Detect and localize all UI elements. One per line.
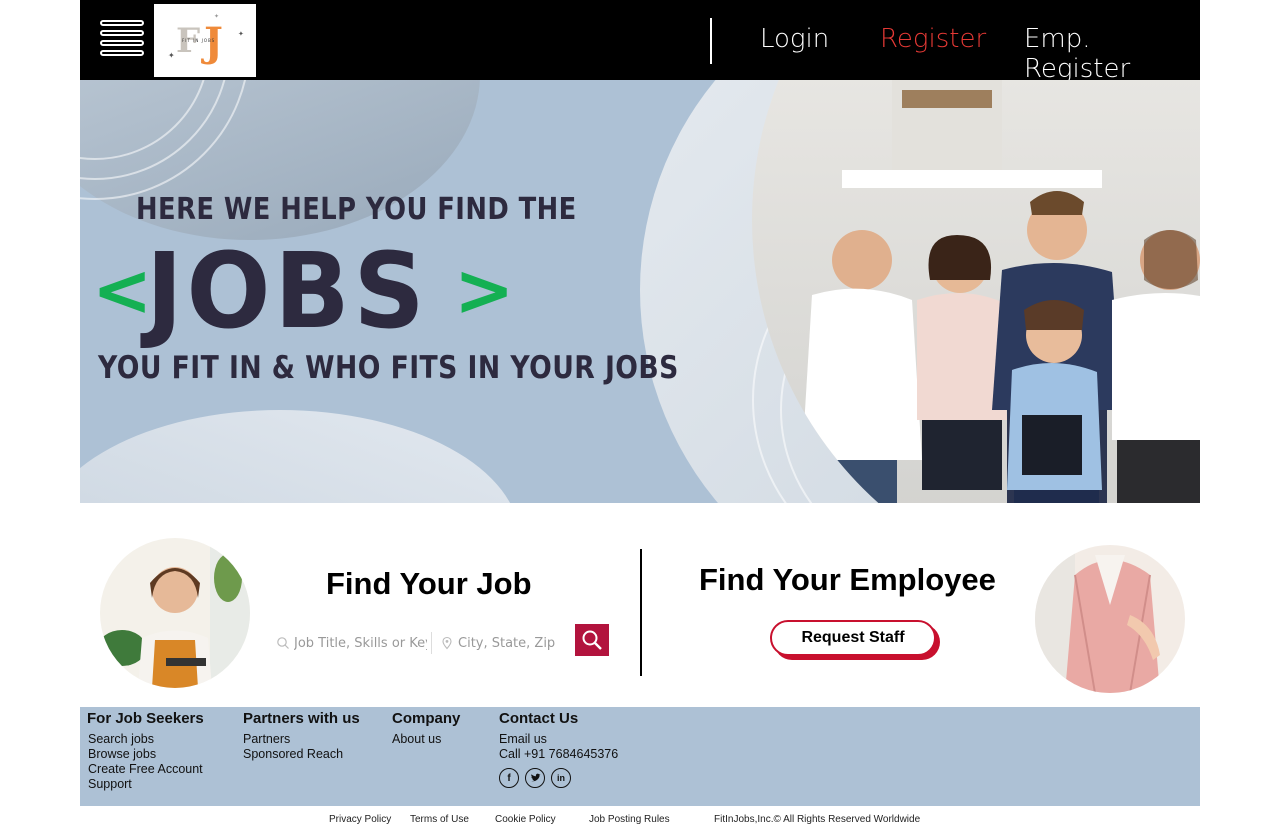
employer-avatar bbox=[1035, 545, 1185, 693]
hamburger-menu-icon[interactable] bbox=[100, 20, 144, 58]
register-link[interactable]: Register bbox=[880, 24, 986, 54]
search-button[interactable] bbox=[575, 624, 609, 656]
section-divider bbox=[640, 549, 642, 676]
footer-link-email-us[interactable]: Email us bbox=[499, 732, 618, 747]
hero-bracket-right: > bbox=[454, 248, 515, 332]
footer-link-partners[interactable]: Partners bbox=[243, 732, 360, 747]
footer-phone-number[interactable]: Call +91 7684645376 bbox=[499, 747, 618, 762]
cookie-policy-link[interactable]: Cookie Policy bbox=[495, 814, 556, 825]
footer-link-sponsored-reach[interactable]: Sponsored Reach bbox=[243, 747, 360, 762]
svg-text:✦: ✦ bbox=[214, 13, 219, 20]
hero-tagline-top: HERE WE HELP YOU FIND THE bbox=[136, 192, 577, 227]
job-posting-rules-link[interactable]: Job Posting Rules bbox=[589, 814, 670, 825]
footer-link-create-account[interactable]: Create Free Account bbox=[88, 762, 204, 777]
footer-column-partners: Partners with us Partners Sponsored Reac… bbox=[243, 710, 360, 762]
search-icon bbox=[277, 637, 289, 649]
terms-of-use-link[interactable]: Terms of Use bbox=[410, 814, 469, 825]
privacy-policy-link[interactable]: Privacy Policy bbox=[329, 814, 391, 825]
footer-link-browse-jobs[interactable]: Browse jobs bbox=[88, 747, 204, 762]
linkedin-icon[interactable]: in bbox=[551, 768, 571, 788]
svg-text:✦: ✦ bbox=[168, 51, 175, 60]
top-nav-bar: F J FIT IN JOBS ✦ ✦ ✦ Login Register Emp… bbox=[80, 0, 1200, 84]
svg-text:✦: ✦ bbox=[238, 30, 244, 38]
site-footer: For Job Seekers Search jobs Browse jobs … bbox=[80, 707, 1200, 806]
footer-link-support[interactable]: Support bbox=[88, 777, 204, 792]
site-logo[interactable]: F J FIT IN JOBS ✦ ✦ ✦ bbox=[154, 4, 256, 77]
svg-text:FIT IN JOBS: FIT IN JOBS bbox=[182, 38, 215, 43]
find-your-employee-title: Find Your Employee bbox=[699, 562, 996, 597]
magnifier-icon bbox=[582, 630, 602, 650]
hero-bracket-left: < bbox=[92, 248, 153, 332]
facebook-icon[interactable]: f bbox=[499, 768, 519, 788]
job-seeker-avatar bbox=[100, 538, 250, 688]
footer-column-job-seekers: For Job Seekers Search jobs Browse jobs … bbox=[87, 710, 204, 792]
request-staff-button[interactable]: Request Staff bbox=[770, 620, 936, 656]
location-pin-icon bbox=[442, 636, 452, 650]
employer-register-link[interactable]: Emp. Register bbox=[1024, 24, 1200, 84]
twitter-icon[interactable] bbox=[525, 768, 545, 788]
hero-decor-blob bbox=[80, 410, 520, 503]
login-link[interactable]: Login bbox=[760, 24, 829, 54]
hero-headline: JOBS bbox=[146, 230, 429, 352]
social-links: f in bbox=[499, 768, 618, 788]
copyright-text: FitInJobs,Inc.© All Rights Reserved Worl… bbox=[714, 814, 921, 825]
keyword-input[interactable] bbox=[294, 635, 427, 651]
footer-heading: Company bbox=[392, 710, 461, 727]
hero-tagline-bottom: YOU FIT IN & WHO FITS IN YOUR JOBS bbox=[98, 350, 679, 386]
footer-link-search-jobs[interactable]: Search jobs bbox=[88, 732, 204, 747]
footer-heading: For Job Seekers bbox=[87, 710, 204, 727]
footer-column-company: Company About us bbox=[392, 710, 460, 747]
nav-divider bbox=[710, 18, 712, 64]
footer-heading: Contact Us bbox=[499, 710, 579, 727]
find-your-job-title: Find Your Job bbox=[326, 566, 532, 601]
search-separator bbox=[431, 632, 432, 654]
hero-banner: HERE WE HELP YOU FIND THE < JOBS > YOU F… bbox=[80, 80, 1200, 503]
keyword-search-field bbox=[276, 628, 427, 658]
location-input[interactable] bbox=[458, 635, 558, 651]
location-search-field bbox=[440, 628, 558, 658]
footer-column-contact: Contact Us Email us Call +91 7684645376 … bbox=[499, 710, 618, 788]
footer-heading: Partners with us bbox=[243, 710, 360, 727]
footer-link-about-us[interactable]: About us bbox=[392, 732, 460, 747]
job-search-bar bbox=[276, 628, 558, 658]
